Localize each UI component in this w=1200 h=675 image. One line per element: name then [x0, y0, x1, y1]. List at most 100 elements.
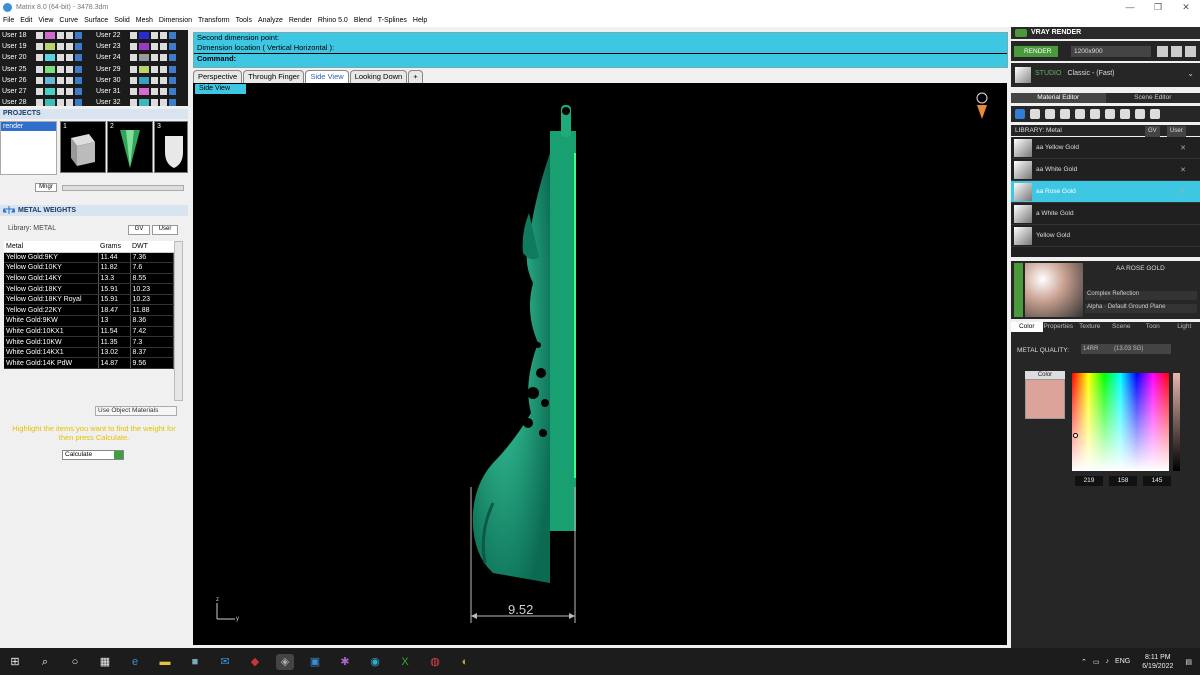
layer-row[interactable]: User 29 — [94, 64, 186, 74]
layer-color-swatch[interactable] — [45, 31, 55, 39]
visibility-icon[interactable] — [160, 98, 167, 106]
table-row[interactable]: White Gold:10KX1 11.54 7.42 — [4, 326, 174, 338]
layer-color-swatch[interactable] — [45, 65, 55, 73]
menu-surface[interactable]: Surface — [84, 17, 108, 24]
tab-texture[interactable]: Texture — [1074, 322, 1106, 332]
color-swatch[interactable] — [1025, 379, 1065, 419]
tab-scene[interactable]: Scene — [1106, 322, 1138, 332]
toolbar-button-1[interactable] — [1157, 46, 1168, 57]
command-prompt[interactable]: Command: — [194, 53, 1007, 63]
layer-row[interactable]: User 32 — [94, 97, 186, 107]
layer-row[interactable]: User 20 — [0, 52, 92, 62]
layer-arrow-icon[interactable] — [36, 53, 43, 61]
layer-menu-icon[interactable] — [75, 31, 82, 39]
col-metal[interactable]: Metal — [4, 241, 98, 253]
search-icon[interactable]: ⌕ — [36, 654, 54, 670]
layer-menu-icon[interactable] — [169, 42, 176, 50]
table-row[interactable]: White Gold:14KX1 13.02 8.37 — [4, 347, 174, 359]
lock-icon[interactable] — [151, 98, 158, 106]
layer-menu-icon[interactable] — [169, 76, 176, 84]
visibility-icon[interactable] — [66, 98, 73, 106]
layer-color-swatch[interactable] — [139, 98, 149, 106]
mail-icon[interactable]: ✉ — [216, 654, 234, 670]
tab-toon[interactable]: Toon — [1137, 322, 1169, 332]
lock-icon[interactable] — [57, 98, 64, 106]
diamond-icon[interactable] — [1030, 109, 1040, 119]
lock-icon[interactable] — [151, 31, 158, 39]
manager-button[interactable]: Mngr — [35, 183, 57, 192]
minimize-button[interactable]: — — [1116, 0, 1144, 14]
visibility-icon[interactable] — [66, 31, 73, 39]
layer-color-swatch[interactable] — [139, 87, 149, 95]
notification-icon[interactable]: ▤ — [1185, 658, 1192, 666]
language-indicator[interactable]: ENG — [1115, 658, 1130, 665]
material-item[interactable]: aa Yellow Gold ✕ — [1011, 137, 1200, 159]
store-icon[interactable]: ■ — [186, 654, 204, 670]
tab-looking-down[interactable]: Looking Down — [349, 70, 408, 83]
texture-icon[interactable] — [1075, 109, 1085, 119]
tab-through-finger[interactable]: Through Finger — [243, 70, 305, 83]
go-arrow-icon[interactable] — [114, 451, 123, 459]
lock-icon[interactable] — [57, 87, 64, 95]
network-icon[interactable]: ▭ — [1093, 658, 1100, 666]
layer-menu-icon[interactable] — [75, 42, 82, 50]
volume-icon[interactable]: ♪ — [1106, 658, 1110, 665]
metal-quality-dropdown[interactable]: 14RR (13.03 SG) — [1081, 344, 1171, 354]
gear-icon[interactable] — [1120, 109, 1130, 119]
reflection-dropdown[interactable]: Complex Reflection — [1085, 291, 1197, 300]
menu-rhino[interactable]: Rhino 5.0 — [318, 17, 348, 24]
plane-icon[interactable] — [1060, 109, 1070, 119]
tab-side-view[interactable]: Side View — [305, 70, 349, 83]
table-row[interactable]: Yellow Gold:18KY 15.91 10.23 — [4, 283, 174, 295]
brightness-slider[interactable] — [1173, 373, 1180, 471]
menu-dimension[interactable]: Dimension — [159, 17, 192, 24]
menu-edit[interactable]: Edit — [20, 17, 32, 24]
menu-tsplines[interactable]: T-Splines — [378, 17, 407, 24]
project-thumb-2[interactable]: 2 — [107, 121, 153, 173]
layer-arrow-icon[interactable] — [130, 53, 137, 61]
matrix-app-icon[interactable]: ◈ — [276, 653, 294, 670]
toolbar-button-2[interactable] — [1171, 46, 1182, 57]
table-row[interactable]: Yellow Gold:22KY 18.47 11.88 — [4, 304, 174, 317]
visibility-icon[interactable] — [160, 42, 167, 50]
layer-color-swatch[interactable] — [45, 42, 55, 50]
project-item[interactable]: render — [1, 122, 56, 131]
layer-arrow-icon[interactable] — [36, 76, 43, 84]
layer-row[interactable]: User 24 — [94, 52, 186, 62]
layer-color-swatch[interactable] — [139, 65, 149, 73]
windows-start-icon[interactable]: ⊞ — [6, 654, 24, 670]
menu-solid[interactable]: Solid — [114, 17, 130, 24]
layer-menu-icon[interactable] — [75, 98, 82, 106]
picker-cursor[interactable] — [1073, 433, 1078, 438]
gv-button[interactable]: GV — [128, 225, 150, 235]
layer-color-swatch[interactable] — [45, 53, 55, 61]
lock-icon[interactable] — [151, 53, 158, 61]
material-item[interactable]: a White Gold — [1011, 203, 1200, 225]
visibility-icon[interactable] — [160, 31, 167, 39]
tab-scene-editor[interactable]: Scene Editor — [1105, 93, 1200, 103]
cortana-icon[interactable]: ○ — [66, 654, 84, 670]
layer-row[interactable]: User 27 — [0, 86, 92, 96]
menu-file[interactable]: File — [3, 17, 14, 24]
render-button[interactable]: RENDER — [1014, 46, 1058, 57]
app-icon-globe[interactable]: ◉ — [366, 654, 384, 670]
photos-icon[interactable]: ▣ — [306, 654, 324, 670]
mesh-icon[interactable] — [1105, 109, 1115, 119]
maximize-button[interactable]: ❐ — [1144, 0, 1172, 14]
project-thumb-1[interactable]: 1 — [60, 121, 106, 173]
layer-arrow-icon[interactable] — [130, 65, 137, 73]
use-object-materials-button[interactable]: Use Object Materials — [95, 406, 177, 416]
layer-menu-icon[interactable] — [169, 98, 176, 106]
tab-material-editor[interactable]: Material Editor — [1011, 93, 1106, 103]
layer-arrow-icon[interactable] — [36, 87, 43, 95]
visibility-icon[interactable] — [160, 87, 167, 95]
menu-mesh[interactable]: Mesh — [136, 17, 153, 24]
lock-icon[interactable] — [57, 53, 64, 61]
tab-perspective[interactable]: Perspective — [193, 70, 243, 83]
resolution-dropdown[interactable]: 1200x900 — [1071, 46, 1151, 57]
visibility-icon[interactable] — [66, 76, 73, 84]
lock-icon[interactable] — [151, 87, 158, 95]
chevron-up-icon[interactable]: ⌃ — [1081, 658, 1087, 666]
layer-row[interactable]: User 22 — [94, 30, 186, 40]
material-list[interactable]: aa Yellow Gold ✕ aa White Gold ✕ aa Rose Gol… — [1011, 137, 1200, 257]
